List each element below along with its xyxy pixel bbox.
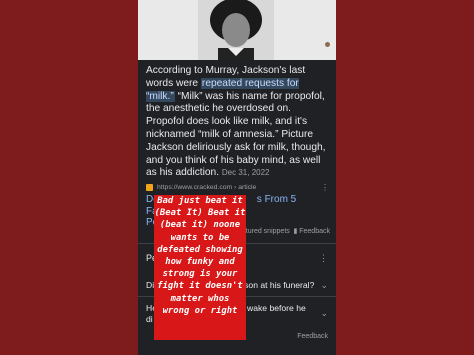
chevron-down-icon[interactable]: ⌄: [320, 308, 328, 319]
snippet-text-after: “Milk” was his name for propofol, the an…: [146, 90, 326, 179]
lyrics-caption-text: Bad just beat it (Beat It) Beat it (beat…: [154, 196, 246, 316]
more-vert-icon[interactable]: ⋮: [321, 183, 330, 192]
paa-more-icon[interactable]: ⋮: [319, 253, 328, 264]
chevron-down-icon[interactable]: ⌄: [320, 280, 328, 291]
site-favicon-icon: [146, 183, 153, 191]
paa-feedback-link[interactable]: Feedback: [297, 333, 328, 340]
featured-snippet-text: According to Murray, Jackson's last word…: [146, 65, 330, 180]
snippet-date: Dec 31, 2022: [221, 168, 270, 178]
portrait-photo[interactable]: [198, 0, 274, 60]
feedback-link[interactable]: ▮ Feedback: [293, 227, 330, 235]
background-left: [0, 0, 138, 355]
source-url[interactable]: https://www.cracked.com › article: [157, 184, 256, 191]
background-right: [336, 0, 474, 355]
source-row[interactable]: https://www.cracked.com › article ⋮: [146, 182, 330, 192]
image-indicator-dot: [325, 42, 330, 47]
image-strip: [138, 0, 336, 60]
